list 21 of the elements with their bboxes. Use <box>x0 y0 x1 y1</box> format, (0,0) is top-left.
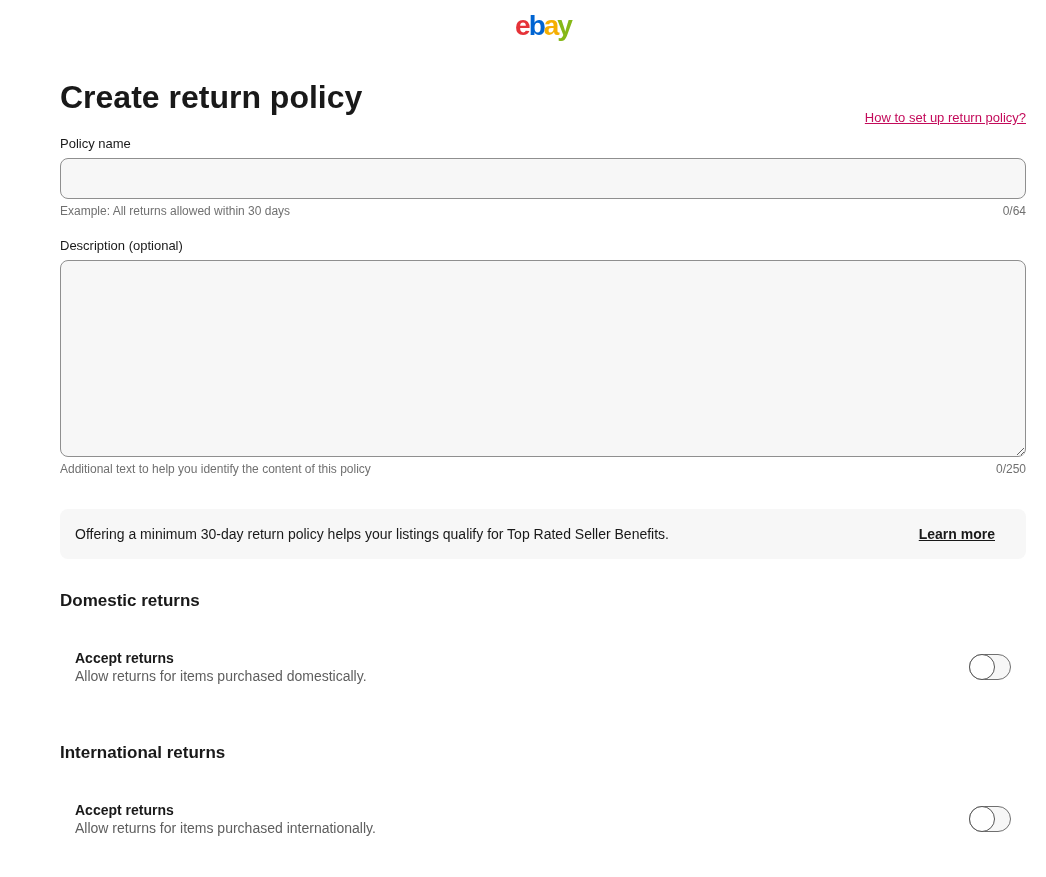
field-hint: Additional text to help you identify the content of this policy <box>60 462 371 476</box>
character-count: 0/250 <box>995 462 1026 476</box>
character-count: 0/64 <box>1002 204 1026 218</box>
field-label: Policy name <box>60 136 131 152</box>
banner-text: Offering a minimum 30-day return policy helps your listings qualify for Top Rated Seller Benefits. <box>75 524 669 544</box>
field-label: Description (optional) <box>60 238 183 254</box>
learn-more-link[interactable]: Learn more <box>918 523 995 545</box>
description-field[interactable] <box>60 260 1026 457</box>
help-link[interactable]: How to set up return policy? <box>864 110 1026 126</box>
toggle-switch[interactable] <box>969 654 1011 680</box>
toggle-switch[interactable] <box>969 806 1011 832</box>
setting-description: Allow returns for items purchased internationally. <box>75 819 376 837</box>
policy-name-field[interactable] <box>60 158 1026 199</box>
section-heading: Domestic returns <box>60 591 200 611</box>
setting-description: Allow returns for items purchased domestically. <box>75 667 367 685</box>
setting-title: Accept returns <box>75 801 175 819</box>
setting-title: Accept returns <box>75 649 175 667</box>
ebay-logo[interactable]: ebay <box>515 10 571 42</box>
page-title: Create return policy <box>60 78 363 116</box>
field-hint: Example: All returns allowed within 30 days <box>60 204 291 218</box>
section-heading: International returns <box>60 743 226 763</box>
